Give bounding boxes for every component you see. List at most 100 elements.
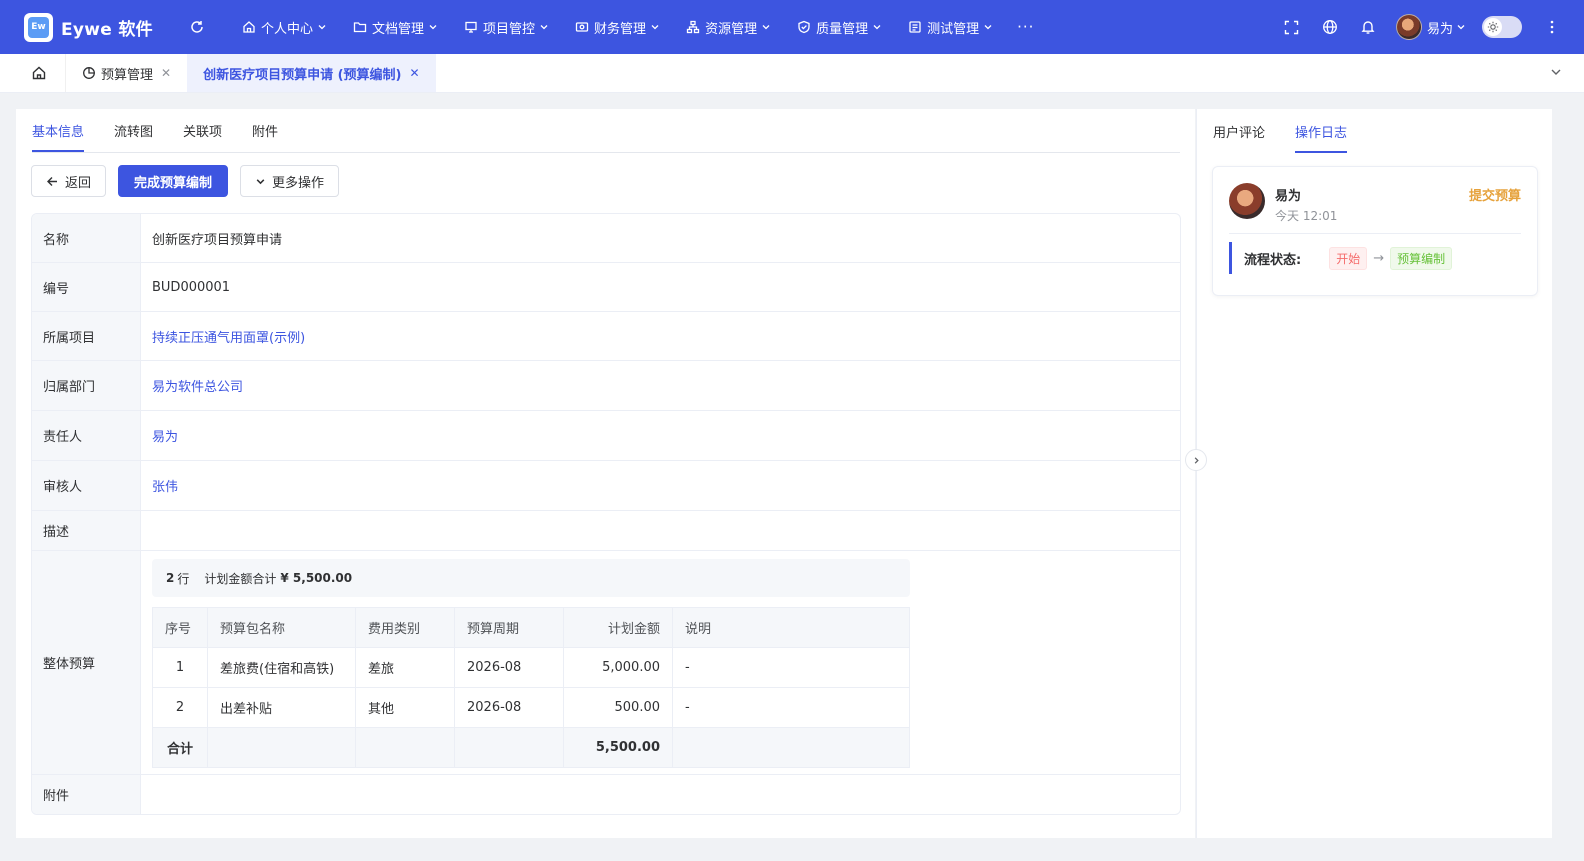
- chevron-down-icon: [984, 25, 992, 30]
- department-link[interactable]: 易为软件总公司: [141, 361, 1180, 410]
- nav-item-docs[interactable]: 文档管理: [353, 0, 438, 54]
- side-panel: 用户评论 操作日志 易为 今天 12:01 提交预算 流程状态: 开始 → 预算…: [1196, 109, 1552, 838]
- cell-category: 差旅: [355, 647, 455, 688]
- cell-amount: 500.00: [563, 687, 673, 728]
- fullscreen-icon[interactable]: [1282, 17, 1302, 37]
- logo-mark: Ew: [28, 16, 49, 38]
- field-row-project: 所属项目 持续正压通气用面罩(示例): [32, 312, 1180, 361]
- user-name: 易为: [1426, 21, 1453, 37]
- field-label: 编号: [32, 263, 141, 311]
- table-total-row: 合计 5,500.00: [152, 727, 910, 768]
- tab-budget-management[interactable]: 预算管理 ✕: [66, 54, 187, 92]
- home-tab[interactable]: [12, 54, 66, 92]
- budget-table: 序号 预算包名称 费用类别 预算周期 计划金额 说明 1 差旅费(住宿和高铁): [152, 607, 910, 768]
- refresh-icon[interactable]: [188, 18, 206, 36]
- flow-status: 流程状态: 开始 → 预算编制: [1229, 242, 1453, 274]
- folder-icon: [353, 22, 367, 33]
- field-value-attachment: [141, 775, 1180, 814]
- nav-item-testing[interactable]: 测试管理: [908, 0, 993, 54]
- log-action: 提交预算: [1468, 189, 1521, 204]
- field-row-code: 编号 BUD000001: [32, 263, 1180, 312]
- more-actions-button[interactable]: 更多操作: [240, 165, 340, 197]
- bell-icon[interactable]: [1358, 17, 1378, 37]
- log-user: 易为: [1275, 189, 1302, 204]
- nav-item-resources[interactable]: 资源管理: [686, 0, 771, 54]
- amount-label: 计划金额合计: [204, 571, 277, 586]
- chevron-down-icon[interactable]: [1550, 66, 1562, 82]
- column-header: 序号: [152, 607, 208, 648]
- complete-budget-button[interactable]: 完成预算编制: [118, 165, 229, 197]
- tab-attachments[interactable]: 附件: [252, 121, 278, 152]
- owner-link[interactable]: 易为: [141, 411, 1180, 460]
- reviewer-link[interactable]: 张伟: [141, 461, 1180, 510]
- tab-label: 创新医疗项目预算申请 (预算编制): [203, 67, 402, 83]
- more-label: 更多操作: [272, 175, 325, 191]
- cell-period: 2026-08: [454, 687, 564, 728]
- home-icon: [32, 66, 45, 80]
- divider: [1229, 233, 1521, 234]
- cell-category: 其他: [355, 687, 455, 728]
- tab-related[interactable]: 关联项: [183, 121, 222, 152]
- user-menu[interactable]: 易为: [1395, 14, 1466, 40]
- nav-more-button[interactable]: ···: [1017, 0, 1034, 54]
- top-navbar: Ew Eywe 软件 个人中心 文档管理 项目管控 财务管理 资源管理 质量管理…: [0, 0, 1584, 54]
- field-label: 描述: [32, 511, 141, 550]
- resource-icon: [686, 20, 700, 34]
- field-row-budget: 整体预算 2 行 计划金额合计 ¥ 5,500.00 序号 预算包名称 费用类别…: [32, 551, 1180, 775]
- more-vertical-icon[interactable]: [1544, 20, 1560, 34]
- nav-item-projects[interactable]: 项目管控: [464, 0, 549, 54]
- chevron-right-icon: [1194, 456, 1199, 464]
- tab-flowchart[interactable]: 流转图: [114, 121, 153, 152]
- field-label: 责任人: [32, 411, 141, 460]
- empty-cell: [672, 727, 910, 768]
- table-row: 1 差旅费(住宿和高铁) 差旅 2026-08 5,000.00 -: [152, 647, 910, 688]
- row-unit: 行: [177, 571, 190, 586]
- total-amount: 5,500.00: [563, 727, 673, 768]
- collapse-panel-button[interactable]: [1185, 449, 1207, 471]
- nav-item-finance[interactable]: 财务管理: [575, 0, 660, 54]
- theme-toggle[interactable]: [1482, 16, 1522, 38]
- back-button[interactable]: 返回: [31, 165, 107, 197]
- globe-icon[interactable]: [1320, 17, 1340, 37]
- avatar: [1395, 14, 1422, 40]
- chevron-down-icon: [1457, 25, 1465, 30]
- brand[interactable]: Ew Eywe 软件: [24, 12, 194, 42]
- brand-name: Eywe 软件: [61, 19, 153, 40]
- nav-item-personal[interactable]: 个人中心: [242, 0, 327, 54]
- column-header: 计划金额: [563, 607, 673, 648]
- amount-total: ¥ 5,500.00: [280, 571, 353, 585]
- nav-label: 项目管控: [483, 21, 536, 37]
- column-header: 费用类别: [355, 607, 455, 648]
- field-row-dept: 归属部门 易为软件总公司: [32, 361, 1180, 411]
- chevron-down-icon: [651, 25, 659, 30]
- table-header: 序号 预算包名称 费用类别 预算周期 计划金额 说明: [152, 607, 910, 648]
- detail-form: 名称 创新医疗项目预算申请 编号 BUD000001 所属项目 持续正压通气用面…: [31, 213, 1181, 815]
- budget-section: 2 行 计划金额合计 ¥ 5,500.00 序号 预算包名称 费用类别 预算周期…: [141, 551, 1180, 774]
- column-header: 预算包名称: [207, 607, 356, 648]
- close-icon[interactable]: ✕: [410, 66, 420, 80]
- chevron-down-icon: [429, 25, 437, 30]
- tab-budget-request[interactable]: 创新医疗项目预算申请 (预算编制) ✕: [187, 54, 436, 92]
- cell-index: 2: [152, 687, 208, 728]
- field-label: 附件: [32, 775, 141, 814]
- tab-activity-log[interactable]: 操作日志: [1295, 122, 1348, 153]
- nav-item-quality[interactable]: 质量管理: [797, 0, 882, 54]
- cell-name: 出差补贴: [207, 687, 356, 728]
- table-row: 2 出差补贴 其他 2026-08 500.00 -: [152, 687, 910, 728]
- tab-basic-info[interactable]: 基本信息: [32, 121, 85, 152]
- field-label: 整体预算: [32, 551, 141, 774]
- close-icon[interactable]: ✕: [161, 66, 171, 80]
- flow-label: 流程状态:: [1244, 252, 1302, 268]
- finance-icon: [575, 22, 589, 32]
- chevron-down-icon: [318, 25, 326, 30]
- avatar: [1229, 183, 1265, 219]
- field-label: 归属部门: [32, 361, 141, 410]
- cell-note: -: [672, 687, 910, 728]
- project-link[interactable]: 持续正压通气用面罩(示例): [141, 312, 1180, 360]
- cell-name: 差旅费(住宿和高铁): [207, 647, 356, 688]
- page-tabs: 预算管理 ✕ 创新医疗项目预算申请 (预算编制) ✕: [0, 54, 1584, 93]
- chevron-down-icon: [256, 178, 265, 184]
- tab-comments[interactable]: 用户评论: [1213, 122, 1265, 153]
- field-label: 所属项目: [32, 312, 141, 360]
- status-badge-from: 开始: [1329, 246, 1368, 270]
